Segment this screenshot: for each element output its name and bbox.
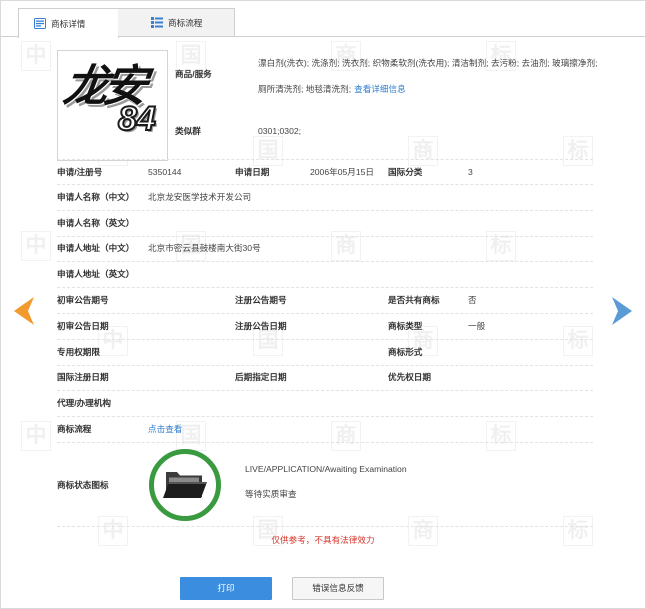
status-text-cn: 等待实质审查	[245, 489, 297, 499]
row-applicant-name-cn: 申请人名称（中文） 北京龙安医学技术开发公司	[57, 185, 593, 211]
application-date-label: 申请日期	[235, 167, 270, 177]
applicant-address-cn-label: 申请人地址（中文）	[57, 243, 135, 253]
watermark-char: 中	[21, 231, 51, 261]
row-international-dates: 国际注册日期 后期指定日期 优先权日期	[57, 365, 593, 391]
registration-publication-date-label: 注册公告日期	[235, 321, 287, 331]
applicant-name-en-label: 申请人名称（英文）	[57, 218, 135, 228]
row-applicant-name-en: 申请人名称（英文）	[57, 211, 593, 237]
row-publication-dates: 初审公告日期 注册公告日期 商标类型 一般	[57, 314, 593, 340]
shared-mark-label: 是否共有商标	[388, 295, 440, 305]
applicant-address-cn-value: 北京市密云县鼓楼南大街30号	[148, 243, 261, 253]
disclaimer-text: 仅供参考，不具有法律效力	[271, 535, 375, 545]
later-designation-date-label: 后期指定日期	[235, 372, 287, 382]
mark-type-label: 商标类型	[388, 321, 423, 331]
list-icon	[151, 17, 163, 28]
mark-type-value: 一般	[468, 321, 486, 331]
trademark-process-label: 商标流程	[57, 424, 92, 434]
tab-trademark-process[interactable]: 商标流程	[118, 8, 235, 37]
similar-group-label: 类似群	[175, 126, 201, 136]
priority-date-label: 优先权日期	[388, 372, 431, 382]
international-class-label: 国际分类	[388, 167, 423, 177]
prelim-publication-number-label: 初审公告期号	[57, 295, 109, 305]
registration-publication-number-label: 注册公告期号	[235, 295, 287, 305]
similar-group-value: 0301;0302;	[258, 126, 302, 136]
view-process-link[interactable]: 点击查看	[148, 417, 182, 442]
folder-icon	[148, 448, 222, 522]
goods-services-value: 漂白剂(洗衣); 洗涤剂; 洗衣剂; 织物柔软剂(洗衣用); 清洁制剂; 去污粉…	[258, 50, 604, 102]
row-publication-numbers: 初审公告期号 注册公告期号 是否共有商标 否	[57, 288, 593, 314]
registration-number-value: 5350144	[148, 167, 182, 177]
agency-label: 代理/办理机构	[57, 398, 111, 408]
chevron-left-icon[interactable]	[12, 295, 36, 327]
tab-trademark-details[interactable]: 商标详情	[18, 8, 119, 38]
applicant-name-cn-value: 北京龙安医学技术开发公司	[148, 192, 252, 202]
international-class-value: 3	[468, 167, 473, 177]
watermark-char: 国	[176, 41, 206, 71]
row-agency: 代理/办理机构	[57, 391, 593, 417]
tab-label: 商标流程	[168, 17, 203, 28]
shared-mark-value: 否	[468, 295, 477, 305]
row-applicant-address-en: 申请人地址（英文）	[57, 262, 593, 288]
registration-number-label: 申请/注册号	[57, 167, 103, 177]
trademark-detail-page: 中国商标中国商标中国商标中国商标中国商标中国商标 商标详情 商标流程 龙安 84…	[0, 0, 646, 609]
trademark-logo: 龙安 84	[57, 50, 168, 161]
watermark-char: 中	[21, 421, 51, 451]
row-applicant-address-cn: 申请人地址（中文） 北京市密云县鼓楼南大街30号	[57, 236, 593, 262]
status-icon-label: 商标状态图标	[57, 480, 109, 490]
tab-label: 商标详情	[51, 18, 86, 29]
mark-form-label: 商标形式	[388, 347, 423, 357]
applicant-name-cn-label: 申请人名称（中文）	[57, 192, 135, 202]
row-status: 商标状态图标 LIVE/APPLICATION/Awaiting Examina…	[57, 443, 593, 527]
applicant-address-en-label: 申请人地址（英文）	[57, 269, 135, 279]
status-text-en: LIVE/APPLICATION/Awaiting Examination	[245, 464, 407, 474]
prelim-publication-date-label: 初审公告日期	[57, 321, 109, 331]
row-trademark-process: 商标流程 点击查看	[57, 417, 593, 443]
exclusive-term-label: 专用权期限	[57, 347, 100, 357]
logo-number: 84	[117, 100, 157, 138]
error-feedback-button[interactable]: 错误信息反馈	[292, 577, 384, 600]
international-registration-date-label: 国际注册日期	[57, 372, 109, 382]
document-icon	[34, 18, 46, 29]
view-details-link[interactable]: 查看详细信息	[354, 84, 406, 94]
goods-services-label: 商品/服务	[175, 69, 212, 79]
goods-services-text: 漂白剂(洗衣); 洗涤剂; 洗衣剂; 织物柔软剂(洗衣用); 清洁制剂; 去污粉…	[258, 58, 598, 94]
row-exclusive-term: 专用权期限 商标形式	[57, 340, 593, 366]
application-date-value: 2006年05月15日	[310, 167, 375, 177]
print-button[interactable]: 打印	[180, 577, 272, 600]
row-registration: 申请/注册号 5350144 申请日期 2006年05月15日 国际分类 3	[57, 159, 593, 185]
watermark-char: 中	[21, 41, 51, 71]
chevron-right-icon[interactable]	[610, 295, 634, 327]
